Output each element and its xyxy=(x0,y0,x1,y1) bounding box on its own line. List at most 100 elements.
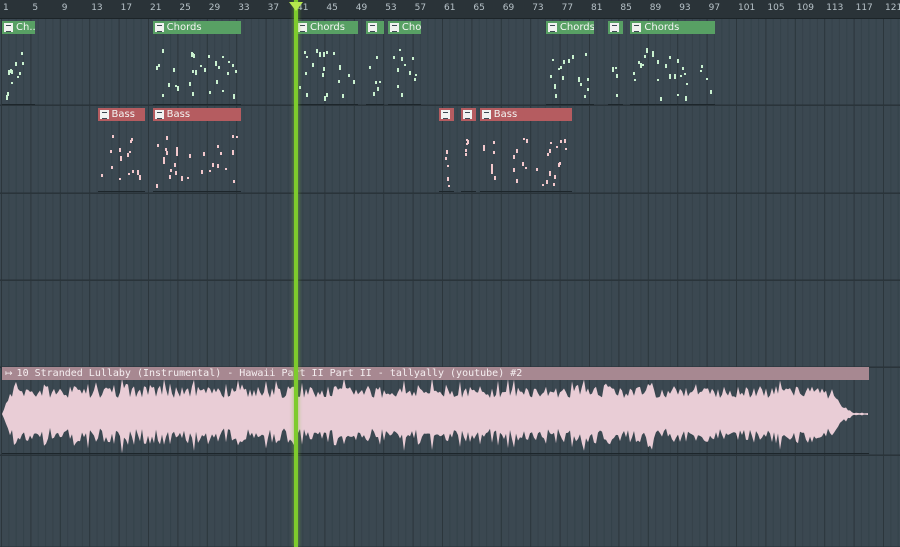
ruler-bar-number: 1 xyxy=(3,3,9,13)
note-mark xyxy=(163,159,166,162)
bass-clip[interactable]: Bass xyxy=(97,108,146,192)
chords-clip[interactable]: Chords xyxy=(545,21,594,105)
clip-label: 10 Stranded Lullaby (Instrumental) - Haw… xyxy=(16,368,523,379)
playhead[interactable] xyxy=(294,0,298,547)
note-mark xyxy=(616,74,619,79)
chords-clip[interactable]: Ch..ds xyxy=(2,21,36,105)
clip-header[interactable] xyxy=(365,21,385,34)
audio-clip[interactable]: ↦ 10 Stranded Lullaby (Instrumental) - Ha… xyxy=(2,367,870,454)
chords-clip[interactable]: Chords xyxy=(630,21,715,105)
clip-header[interactable]: Ch..ds xyxy=(2,21,36,34)
note-preview xyxy=(153,34,241,105)
note-mark xyxy=(545,180,548,185)
clip-header[interactable]: Bass xyxy=(152,108,241,121)
note-mark xyxy=(657,60,660,65)
bass-clip[interactable] xyxy=(439,108,454,192)
note-mark xyxy=(166,135,169,140)
timeline-ruler[interactable]: 1 5 9 13 17 21 25 29 33 37 41 45 49 53 57 61 65 69 73 77 81 8… xyxy=(0,0,900,19)
note-mark xyxy=(6,94,9,100)
note-mark xyxy=(348,74,351,78)
clip-header[interactable]: Chords xyxy=(152,21,241,34)
note-mark xyxy=(564,139,567,144)
pattern-menu-icon[interactable] xyxy=(4,23,13,32)
track-lane-4[interactable] xyxy=(0,280,900,368)
clip-header[interactable]: Bass xyxy=(479,108,572,121)
pattern-menu-icon[interactable] xyxy=(632,23,642,32)
pattern-menu-icon[interactable] xyxy=(389,23,399,32)
clip-header[interactable] xyxy=(608,21,624,34)
bass-clip[interactable] xyxy=(461,108,477,192)
note-mark xyxy=(548,148,551,153)
note-mark xyxy=(315,49,318,54)
chords-clip[interactable]: Chords xyxy=(296,21,359,105)
note-mark xyxy=(322,66,325,71)
note-mark xyxy=(188,82,191,87)
track-lane-3[interactable] xyxy=(0,193,900,281)
note-mark xyxy=(516,148,519,153)
clip-header[interactable]: Chords xyxy=(545,21,594,34)
note-mark xyxy=(642,64,645,67)
pattern-menu-icon[interactable] xyxy=(154,110,164,119)
note-mark xyxy=(119,147,122,152)
note-mark xyxy=(306,56,309,59)
chords-clip[interactable] xyxy=(365,21,385,105)
clip-header[interactable]: Chords xyxy=(296,21,359,34)
track-lane-1[interactable]: Ch..ds Chords Chords Chords Chords Chords xyxy=(0,18,900,106)
clip-baseline xyxy=(2,453,870,454)
note-mark xyxy=(219,152,222,156)
ruler-bar-number: 61 xyxy=(444,3,456,13)
pattern-menu-icon[interactable] xyxy=(463,110,473,119)
note-mark xyxy=(559,139,562,143)
note-mark xyxy=(17,76,20,79)
note-mark xyxy=(162,94,165,98)
pattern-menu-icon[interactable] xyxy=(547,23,557,32)
note-mark xyxy=(174,85,177,88)
note-mark xyxy=(180,176,183,182)
note-mark xyxy=(681,66,684,70)
pattern-menu-icon[interactable] xyxy=(298,23,307,32)
clip-header[interactable] xyxy=(461,108,477,121)
note-mark xyxy=(175,150,178,156)
pattern-menu-icon[interactable] xyxy=(441,110,451,119)
note-mark xyxy=(216,164,219,169)
note-mark xyxy=(558,162,561,167)
note-mark xyxy=(466,140,469,145)
note-mark xyxy=(203,152,205,157)
note-mark xyxy=(304,71,307,75)
clip-header[interactable] xyxy=(439,108,454,121)
note-mark xyxy=(212,162,215,167)
note-mark xyxy=(225,167,228,170)
bass-clip[interactable]: Bass xyxy=(152,108,241,192)
clip-header[interactable]: Bass xyxy=(97,108,146,121)
playhead-marker-icon[interactable] xyxy=(289,2,303,11)
note-mark xyxy=(299,85,302,89)
clip-label: Chords xyxy=(401,22,421,33)
bass-clip[interactable]: Bass xyxy=(479,108,572,192)
clip-label: Chords xyxy=(559,22,594,33)
note-mark xyxy=(208,54,211,58)
note-mark xyxy=(409,70,412,75)
chords-clip[interactable] xyxy=(608,21,624,105)
note-mark xyxy=(19,72,22,76)
chords-clip[interactable]: Chords xyxy=(387,21,421,105)
note-mark xyxy=(234,70,237,74)
ruler-bar-number: 49 xyxy=(355,3,368,13)
note-mark xyxy=(373,92,376,97)
pattern-menu-icon[interactable] xyxy=(367,23,377,32)
track-lane-6[interactable] xyxy=(0,455,900,547)
note-mark xyxy=(379,80,382,83)
clip-header[interactable]: ↦ 10 Stranded Lullaby (Instrumental) - Ha… xyxy=(2,367,870,380)
track-lane-5[interactable]: ↦ 10 Stranded Lullaby (Instrumental) - Ha… xyxy=(0,367,900,456)
note-mark xyxy=(322,51,325,57)
note-mark xyxy=(522,161,525,166)
clip-header[interactable]: Chords xyxy=(387,21,421,34)
pattern-menu-icon[interactable] xyxy=(99,110,109,119)
clip-header[interactable]: Chords xyxy=(630,21,715,34)
pattern-menu-icon[interactable] xyxy=(481,110,491,119)
chords-clip[interactable]: Chords xyxy=(152,21,241,105)
track-lane-2[interactable]: Bass Bass Bass xyxy=(0,105,900,194)
note-mark xyxy=(562,59,565,64)
note-mark xyxy=(446,164,449,167)
pattern-menu-icon[interactable] xyxy=(154,23,164,32)
pattern-menu-icon[interactable] xyxy=(610,23,620,32)
